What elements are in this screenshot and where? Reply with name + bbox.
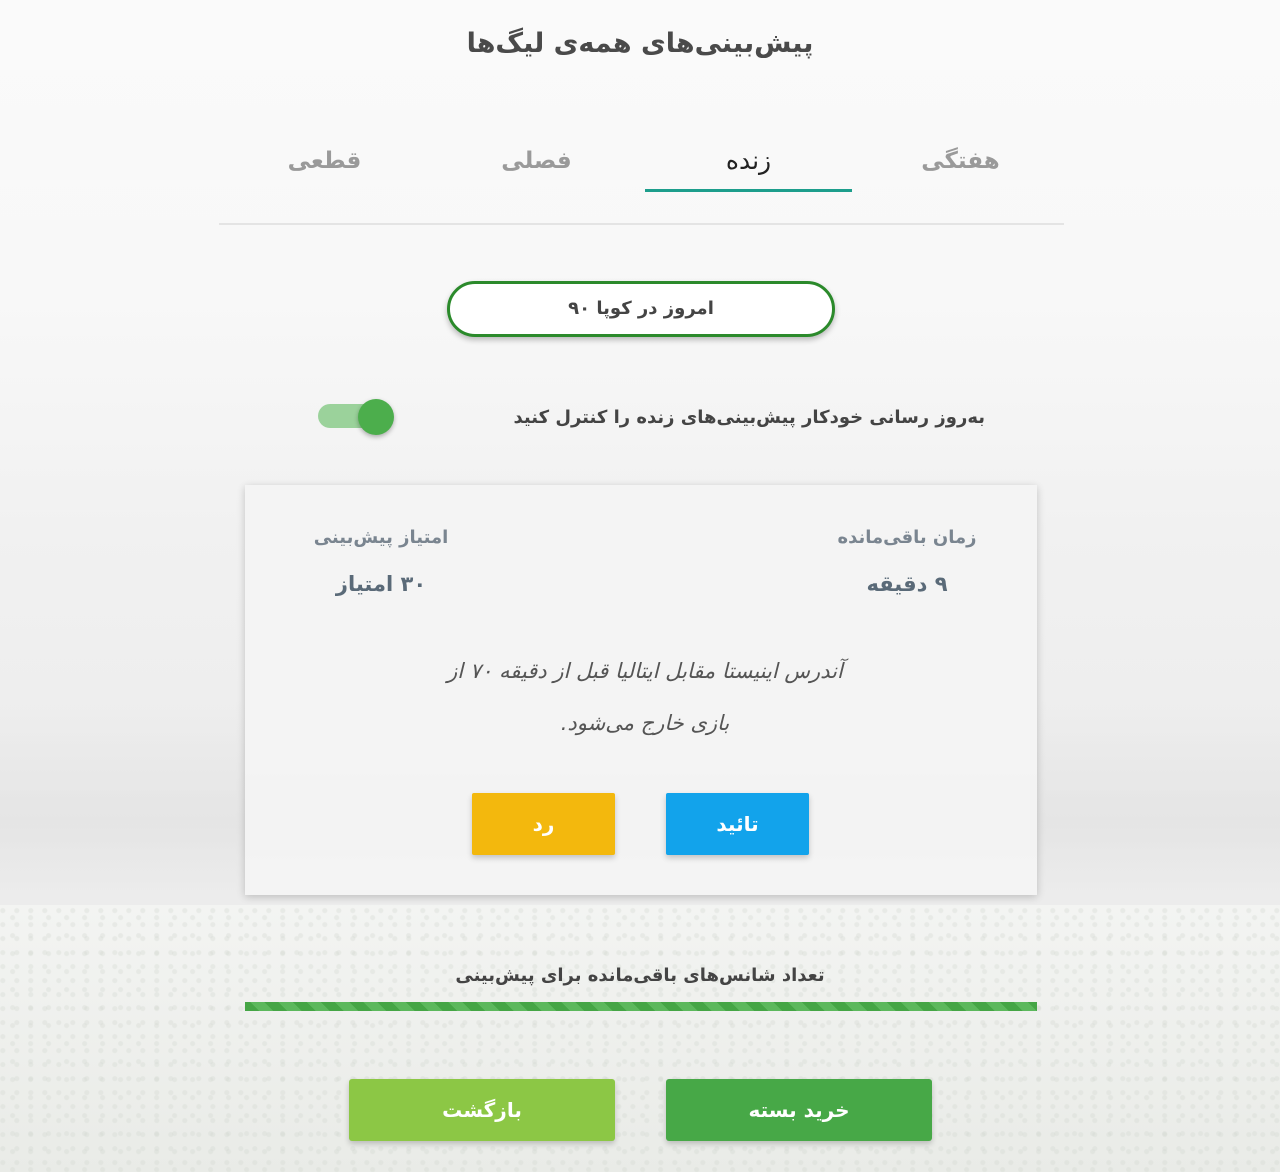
page-title: پیش‌بینی‌های همه‌ی لیگ‌ها [466,28,814,59]
background-field [0,905,1280,1172]
question-line-2: بازی خارج می‌شود. [560,711,730,735]
auto-update-row: به‌روز رسانی خودکار پیش‌بینی‌های زنده را… [300,395,990,440]
tab-seasonal[interactable]: فصلی [433,130,640,192]
tab-final[interactable]: قطعی [221,130,428,192]
remaining-time: زمان باقی‌مانده ۹ دقیقه [807,527,1007,596]
question-line-1: آندرس اینیستا مقابل ایتالیا قبل از دقیقه… [447,659,843,683]
prediction-card: زمان باقی‌مانده ۹ دقیقه امتیاز پیش‌بینی … [245,485,1037,895]
remaining-chances-fill [245,1002,1037,1011]
remaining-chances-bar [245,1002,1037,1011]
reject-button[interactable]: رد [472,793,615,855]
prediction-points-value: ۳۰ امتیاز [335,572,427,596]
prediction-points-label: امتیاز پیش‌بینی [313,527,449,548]
tab-live[interactable]: زنده [645,130,852,192]
toggle-knob [358,399,394,435]
buy-package-button[interactable]: خرید بسته [666,1079,932,1141]
remaining-chances-label: تعداد شانس‌های باقی‌مانده برای پیش‌بینی [455,965,825,986]
confirm-button[interactable]: تائید [666,793,809,855]
prediction-points: امتیاز پیش‌بینی ۳۰ امتیاز [281,527,481,596]
tab-weekly[interactable]: هفتگی [857,130,1064,192]
today-in-copa-button[interactable]: امروز در کوپا ۹۰ [447,281,835,337]
tab-bar: هفتگی زنده فصلی قطعی [219,130,1064,225]
auto-update-toggle[interactable] [318,397,396,435]
remaining-time-label: زمان باقی‌مانده [837,527,977,548]
remaining-time-value: ۹ دقیقه [866,572,948,596]
back-button[interactable]: بازگشت [349,1079,615,1141]
auto-update-label: به‌روز رسانی خودکار پیش‌بینی‌های زنده را… [513,407,986,428]
prediction-question: آندرس اینیستا مقابل ایتالیا قبل از دقیقه… [395,645,895,749]
